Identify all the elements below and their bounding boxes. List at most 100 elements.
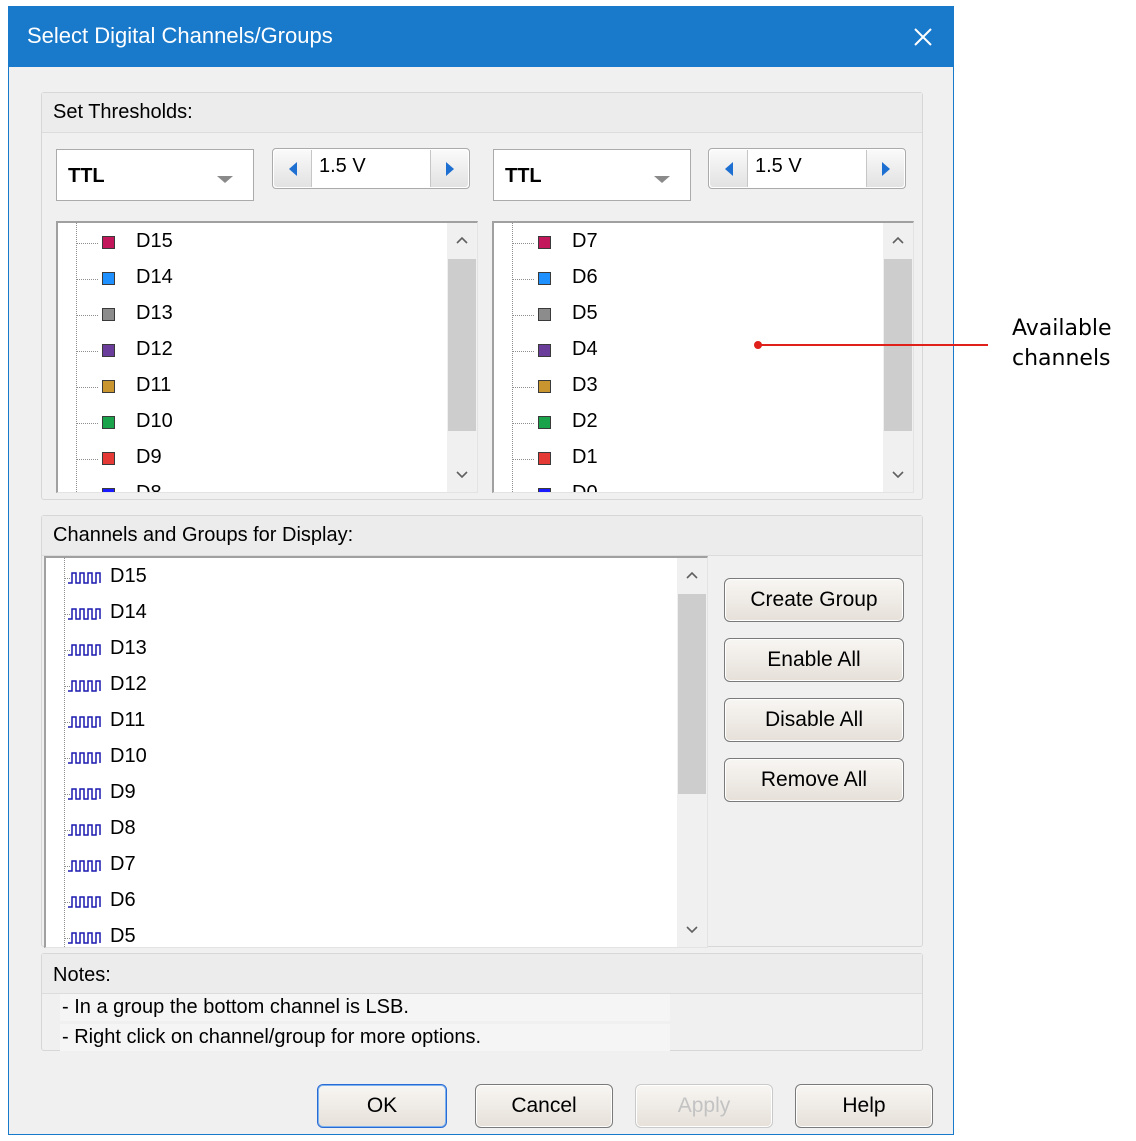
close-icon (914, 28, 932, 46)
scroll-up-button[interactable] (883, 223, 913, 257)
list-item[interactable]: D5 (494, 297, 883, 333)
left-voltage-spinner[interactable]: 1.5 V (272, 148, 470, 189)
list-item[interactable]: D13 (58, 297, 447, 333)
notes-panel: Notes: - In a group the bottom channel i… (41, 953, 923, 1051)
channel-label: D11 (110, 709, 146, 731)
channel-color-icon (538, 308, 551, 321)
remove-all-button[interactable]: Remove All (724, 758, 904, 802)
available-channels-list-right[interactable]: D7 D6 D5 D4 D3 D2 D1 D0 (492, 221, 914, 493)
enable-all-button[interactable]: Enable All (724, 638, 904, 682)
disable-all-button[interactable]: Disable All (724, 698, 904, 742)
tree-connector (512, 243, 534, 244)
list-item[interactable]: D9 (46, 776, 677, 812)
display-actions: Create Group Enable All Disable All Remo… (714, 564, 912, 816)
list-item[interactable]: D0 (494, 477, 883, 492)
list-item[interactable]: D6 (494, 261, 883, 297)
left-logic-combo[interactable]: TTL (56, 149, 254, 201)
arrow-left-icon (724, 161, 733, 176)
list-item[interactable]: D1 (494, 441, 883, 477)
list-item[interactable]: D9 (58, 441, 447, 477)
channel-label: D9 (110, 781, 136, 803)
channel-color-icon (538, 416, 551, 429)
list-item[interactable]: D14 (58, 261, 447, 297)
display-header: Channels and Groups for Display: (42, 516, 922, 556)
annotation-line: Available (1012, 316, 1112, 341)
list-item[interactable]: D14 (46, 596, 677, 632)
tree-connector (512, 315, 534, 316)
scroll-down-button[interactable] (677, 913, 707, 947)
channel-label: D8 (136, 482, 162, 492)
scrollbar[interactable] (677, 558, 707, 947)
scrollbar[interactable] (883, 223, 913, 492)
list-item[interactable]: D7 (494, 225, 883, 261)
display-channels-list[interactable]: D15 D14 D13 D12 D11 D10 D9 D8 D7 D6 D5 (44, 556, 708, 948)
tree-connector (512, 459, 534, 460)
right-voltage-spinner[interactable]: 1.5 V (708, 148, 906, 189)
list-item[interactable]: D2 (494, 405, 883, 441)
right-voltage-decrement[interactable] (710, 150, 748, 187)
list-item[interactable]: D8 (58, 477, 447, 492)
channel-label: D13 (136, 302, 173, 324)
list-item[interactable]: D15 (58, 225, 447, 261)
tree-connector (512, 279, 534, 280)
list-item[interactable]: D12 (46, 668, 677, 704)
list-item[interactable]: D6 (46, 884, 677, 920)
channel-label: D10 (136, 410, 173, 432)
close-button[interactable] (893, 7, 953, 67)
chevron-up-icon (686, 571, 698, 579)
arrow-left-icon (288, 161, 297, 176)
channel-color-icon (102, 452, 115, 465)
list-item[interactable]: D5 (46, 920, 677, 947)
channel-color-icon (538, 236, 551, 249)
list-item[interactable]: D7 (46, 848, 677, 884)
channel-label: D0 (572, 482, 598, 492)
scrollbar[interactable] (447, 223, 477, 492)
chevron-down-icon (217, 176, 233, 183)
list-item[interactable]: D10 (58, 405, 447, 441)
right-logic-value: TTL (505, 165, 542, 187)
tree-connector (512, 423, 534, 424)
list-item[interactable]: D15 (46, 560, 677, 596)
annotation-label: Available channels (1012, 314, 1112, 374)
scroll-thumb[interactable] (448, 259, 476, 431)
apply-button[interactable]: Apply (635, 1084, 773, 1128)
left-voltage-decrement[interactable] (274, 150, 312, 187)
digital-wave-icon (68, 680, 101, 692)
tree-connector (76, 243, 98, 244)
title-bar[interactable]: Select Digital Channels/Groups (9, 7, 953, 67)
help-button[interactable]: Help (795, 1084, 933, 1128)
list-item[interactable]: D3 (494, 369, 883, 405)
right-logic-combo[interactable]: TTL (493, 149, 691, 201)
list-item[interactable]: D8 (46, 812, 677, 848)
create-group-button[interactable]: Create Group (724, 578, 904, 622)
list-item[interactable]: D4 (494, 333, 883, 369)
tree-connector (76, 279, 98, 280)
channel-label: D9 (136, 446, 162, 468)
cancel-button[interactable]: Cancel (475, 1084, 613, 1128)
list-item[interactable]: D10 (46, 740, 677, 776)
scroll-down-button[interactable] (447, 458, 477, 492)
channel-color-icon (102, 416, 115, 429)
channel-label: D8 (110, 817, 136, 839)
callout-line (758, 344, 988, 346)
scroll-down-button[interactable] (883, 458, 913, 492)
list-content: D15 D14 D13 D12 D11 D10 D9 D8 D7 D6 D5 (46, 558, 677, 947)
left-voltage-increment[interactable] (430, 150, 468, 187)
list-item[interactable]: D13 (46, 632, 677, 668)
scroll-up-button[interactable] (447, 223, 477, 257)
available-channels-list-left[interactable]: D15 D14 D13 D12 D11 D10 D9 D8 (56, 221, 478, 493)
list-item[interactable]: D12 (58, 333, 447, 369)
channel-color-icon (102, 344, 115, 357)
channel-color-icon (538, 452, 551, 465)
scroll-up-button[interactable] (677, 558, 707, 592)
list-item[interactable]: D11 (58, 369, 447, 405)
digital-wave-icon (68, 788, 101, 800)
list-content: D7 D6 D5 D4 D3 D2 D1 D0 (494, 223, 883, 492)
tree-connector (512, 387, 534, 388)
channel-label: D14 (136, 266, 173, 288)
right-voltage-increment[interactable] (866, 150, 904, 187)
ok-button[interactable]: OK (317, 1084, 447, 1128)
digital-wave-icon (68, 896, 101, 908)
scroll-thumb[interactable] (678, 594, 706, 794)
list-item[interactable]: D11 (46, 704, 677, 740)
